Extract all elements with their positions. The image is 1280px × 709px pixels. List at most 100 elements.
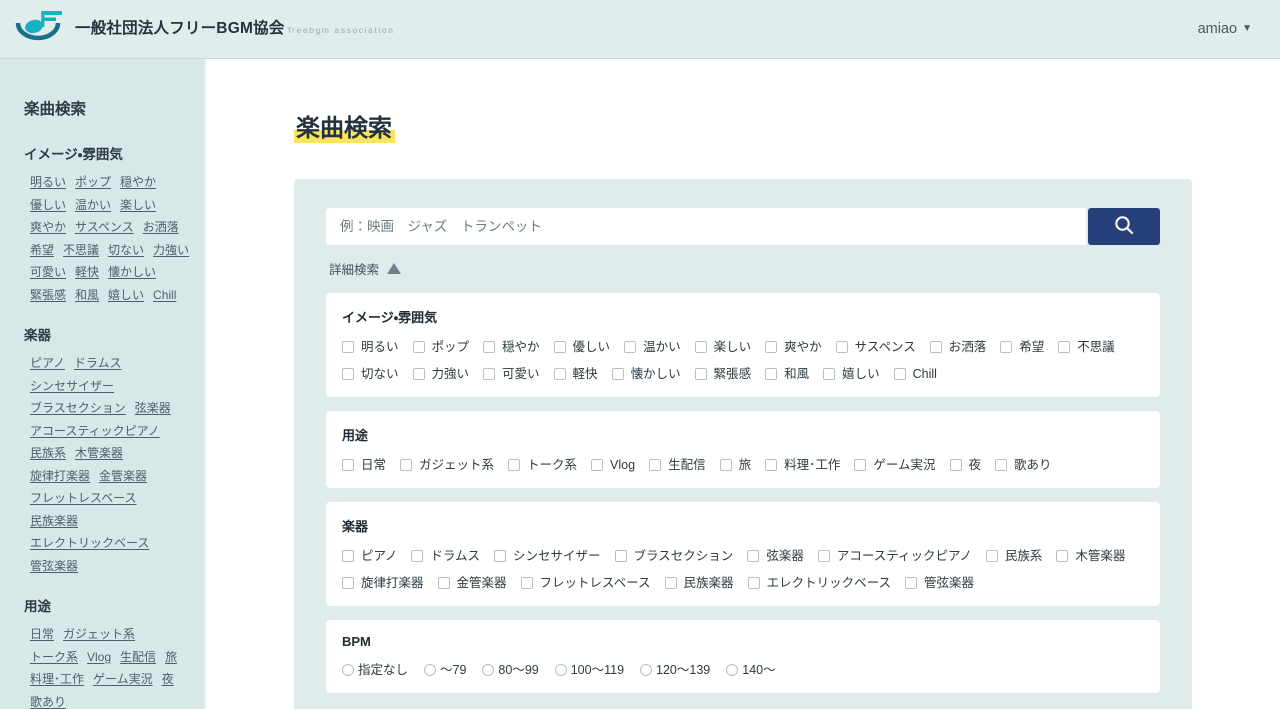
checkbox-icon[interactable] [649, 459, 662, 471]
radio-option[interactable]: 120〜139 [640, 662, 710, 678]
sidebar-link[interactable]: サスペンス [75, 217, 134, 238]
checkbox-icon[interactable] [483, 341, 496, 353]
checkbox-icon[interactable] [1000, 341, 1013, 353]
checkbox-option[interactable]: お洒落 [929, 339, 986, 355]
sidebar-link[interactable]: 不思議 [63, 240, 99, 261]
checkbox-icon[interactable] [765, 459, 778, 471]
checkbox-icon[interactable] [893, 368, 906, 380]
checkbox-icon[interactable] [985, 550, 998, 562]
checkbox-icon[interactable] [904, 577, 917, 589]
sidebar-link[interactable]: 希望 [30, 240, 54, 261]
sidebar-link[interactable]: 楽しい [120, 195, 156, 216]
radio-icon[interactable] [342, 664, 354, 676]
sidebar-link[interactable]: 金管楽器 [99, 466, 147, 487]
checkbox-icon[interactable] [995, 459, 1008, 471]
checkbox-icon[interactable] [400, 459, 413, 471]
checkbox-option[interactable]: 切ない [342, 366, 399, 382]
checkbox-option[interactable]: 緊張感 [694, 366, 751, 382]
checkbox-option[interactable]: 明るい [342, 339, 399, 355]
sidebar-link[interactable]: 管弦楽器 [30, 556, 78, 577]
sidebar-link[interactable]: 軽快 [75, 262, 99, 283]
sidebar-link[interactable]: 和風 [75, 285, 99, 306]
radio-option[interactable]: 140〜 [726, 662, 776, 678]
checkbox-option[interactable]: 金管楽器 [437, 575, 507, 591]
sidebar-link[interactable]: 旅 [165, 647, 177, 668]
checkbox-icon[interactable] [747, 550, 760, 562]
checkbox-option[interactable]: Vlog [591, 457, 635, 473]
radio-icon[interactable] [424, 664, 437, 676]
search-button[interactable] [1088, 208, 1160, 245]
checkbox-option[interactable]: 爽やか [765, 339, 822, 355]
checkbox-option[interactable]: フレットレスベース [520, 575, 651, 591]
checkbox-option[interactable]: ブラスセクション [614, 548, 733, 564]
sidebar-link[interactable]: 力強い [153, 240, 189, 261]
checkbox-icon[interactable] [508, 459, 521, 471]
checkbox-icon[interactable] [747, 577, 760, 589]
checkbox-option[interactable]: 不思議 [1058, 339, 1115, 355]
checkbox-option[interactable]: アコースティックピアノ [817, 548, 972, 564]
checkbox-option[interactable]: 力強い [412, 366, 469, 382]
checkbox-option[interactable]: エレクトリックベース [747, 575, 891, 591]
sidebar-link[interactable]: 旋律打楽器 [30, 466, 90, 487]
checkbox-icon[interactable] [591, 459, 604, 471]
checkbox-option[interactable]: 木管楽器 [1056, 548, 1125, 564]
sidebar-link[interactable]: 懐かしい [108, 262, 156, 283]
checkbox-icon[interactable] [694, 368, 707, 380]
checkbox-icon[interactable] [342, 459, 354, 471]
sidebar-link[interactable]: 穏やか [120, 172, 156, 193]
radio-icon[interactable] [640, 664, 653, 676]
checkbox-option[interactable]: 優しい [553, 339, 610, 355]
checkbox-option[interactable]: 旅 [719, 457, 751, 473]
checkbox-option[interactable]: 温かい [624, 339, 681, 355]
checkbox-icon[interactable] [611, 368, 624, 380]
user-menu[interactable]: amiao ▼ [1198, 21, 1252, 37]
checkbox-option[interactable]: ドラムス [411, 548, 480, 564]
checkbox-icon[interactable] [437, 577, 450, 589]
sidebar-link[interactable]: 民族楽器 [30, 511, 78, 532]
checkbox-icon[interactable] [765, 368, 778, 380]
checkbox-option[interactable]: 懐かしい [611, 366, 681, 382]
checkbox-option[interactable]: 旋律打楽器 [342, 575, 424, 591]
checkbox-option[interactable]: Chill [893, 366, 937, 382]
sidebar-link[interactable]: フレットレスベース [30, 488, 137, 509]
checkbox-icon[interactable] [1056, 550, 1069, 562]
sidebar-link[interactable]: 可愛い [30, 262, 66, 283]
sidebar-link[interactable]: 日常 [30, 624, 54, 645]
checkbox-option[interactable]: 穏やか [483, 339, 540, 355]
radio-option[interactable]: 100〜119 [554, 662, 624, 678]
sidebar-link[interactable]: ドラムス [74, 353, 122, 374]
radio-icon[interactable] [554, 664, 567, 676]
sidebar-link[interactable]: 温かい [75, 195, 111, 216]
checkbox-icon[interactable] [553, 368, 566, 380]
checkbox-icon[interactable] [412, 368, 425, 380]
checkbox-icon[interactable] [694, 341, 707, 353]
sidebar-link[interactable]: 木管楽器 [75, 443, 123, 464]
checkbox-icon[interactable] [854, 459, 867, 471]
checkbox-icon[interactable] [342, 368, 354, 380]
checkbox-icon[interactable] [765, 341, 778, 353]
checkbox-icon[interactable] [342, 577, 354, 589]
radio-icon[interactable] [726, 664, 739, 676]
sidebar-link[interactable]: 爽やか [30, 217, 66, 238]
checkbox-icon[interactable] [719, 459, 732, 471]
checkbox-icon[interactable] [553, 341, 566, 353]
sidebar-link[interactable]: 弦楽器 [135, 398, 171, 419]
checkbox-option[interactable]: 嬉しい [823, 366, 880, 382]
checkbox-icon[interactable] [342, 341, 354, 353]
sidebar-link[interactable]: 料理･工作 [30, 669, 84, 690]
sidebar-link[interactable]: 緊張感 [30, 285, 66, 306]
checkbox-option[interactable]: 民族系 [985, 548, 1042, 564]
radio-option[interactable]: 〜79 [424, 662, 466, 678]
checkbox-option[interactable]: ゲーム実況 [854, 457, 936, 473]
checkbox-icon[interactable] [823, 368, 836, 380]
checkbox-icon[interactable] [817, 550, 830, 562]
checkbox-option[interactable]: ガジェット系 [400, 457, 494, 473]
checkbox-icon[interactable] [835, 341, 848, 353]
checkbox-icon[interactable] [614, 550, 627, 562]
checkbox-option[interactable]: 可愛い [483, 366, 540, 382]
sidebar-link[interactable]: Vlog [87, 647, 111, 668]
checkbox-option[interactable]: 生配信 [649, 457, 706, 473]
sidebar-link[interactable]: お洒落 [143, 217, 179, 238]
checkbox-option[interactable]: トーク系 [508, 457, 577, 473]
checkbox-icon[interactable] [624, 341, 637, 353]
